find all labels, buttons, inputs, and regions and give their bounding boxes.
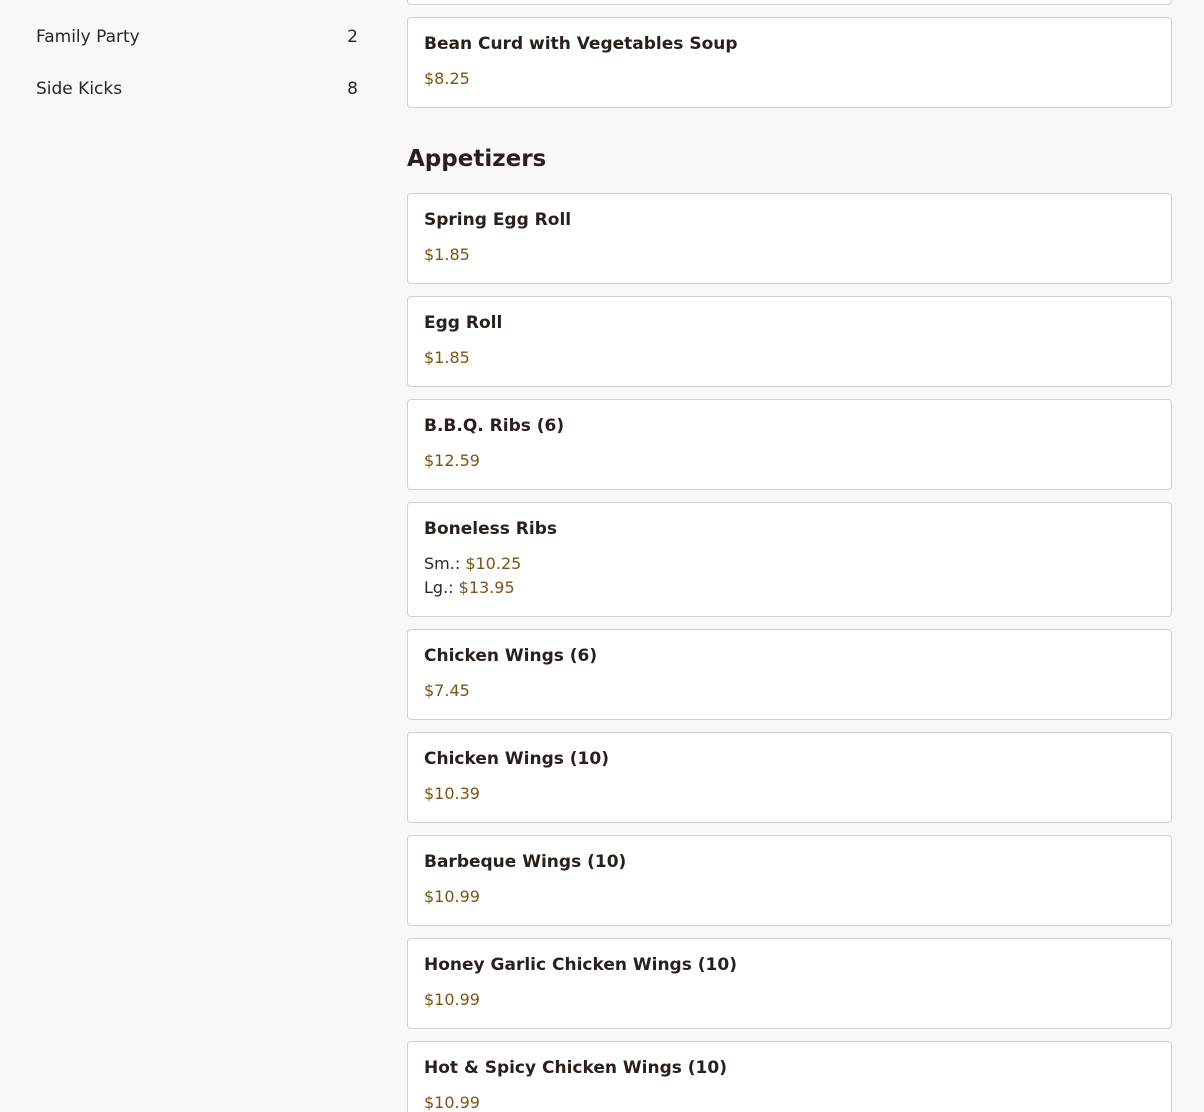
- menu-item-name: Hot & Spicy Chicken Wings (10): [424, 1058, 727, 1078]
- menu-item-card[interactable]: Egg Roll $1.85: [407, 296, 1172, 387]
- menu-item-name: Chicken Wings (10): [424, 749, 609, 769]
- menu-item-name: Bean Curd with Vegetables Soup: [424, 34, 738, 54]
- menu-item-price: $12.59: [424, 451, 480, 470]
- scrollbar[interactable]: [1192, 0, 1204, 1112]
- menu-item-card[interactable]: Barbeque Wings (10) $10.99: [407, 835, 1172, 926]
- menu-item-name: Honey Garlic Chicken Wings (10): [424, 955, 737, 975]
- category-label: Side Kicks: [36, 79, 123, 99]
- size-price: $10.25: [465, 554, 522, 573]
- menu-item-card[interactable]: Chicken Wings (6) $7.45: [407, 629, 1172, 720]
- menu-item-price: $10.39: [424, 784, 480, 803]
- menu-item-card[interactable]: Honey Garlic Chicken Wings (10) $10.99: [407, 938, 1172, 1029]
- size-label: Sm.:: [424, 554, 466, 573]
- menu-item-name: B.B.Q. Ribs (6): [424, 416, 565, 436]
- category-label: Family Party: [36, 27, 140, 47]
- menu-content: Bean Curd with Vegetables Soup $8.25 App…: [407, 0, 1172, 1112]
- menu-page: Family Party 2 Side Kicks 8 Bean Curd wi…: [0, 0, 1204, 1112]
- menu-item-name: Spring Egg Roll: [424, 210, 572, 230]
- category-item-family-party[interactable]: Family Party 2: [36, 23, 358, 51]
- menu-item-card[interactable]: Boneless Ribs Sm.: $10.25 Lg.: $13.95: [407, 502, 1172, 617]
- menu-item-card[interactable]: Chicken Wings (10) $10.39: [407, 732, 1172, 823]
- menu-item-name: Egg Roll: [424, 313, 503, 333]
- menu-item-name: Boneless Ribs: [424, 519, 557, 539]
- menu-item-price: $10.99: [424, 1093, 480, 1112]
- size-price: $13.95: [458, 578, 515, 597]
- size-label: Lg.:: [424, 578, 459, 597]
- menu-item-card[interactable]: Hot & Spicy Chicken Wings (10) $10.99: [407, 1041, 1172, 1112]
- section-title: Appetizers: [407, 146, 547, 172]
- menu-item-card[interactable]: B.B.Q. Ribs (6) $12.59: [407, 399, 1172, 490]
- menu-item-name: Barbeque Wings (10): [424, 852, 627, 872]
- category-sidebar: Family Party 2 Side Kicks 8: [0, 0, 380, 1112]
- size-price-row: Sm.: $10.25: [424, 554, 521, 573]
- menu-item-name: Chicken Wings (6): [424, 646, 598, 666]
- category-count: 2: [347, 27, 358, 47]
- size-price-row: Lg.: $13.95: [424, 578, 515, 597]
- menu-item-card[interactable]: Spring Egg Roll $1.85: [407, 193, 1172, 284]
- menu-item-price: $7.45: [424, 681, 470, 700]
- menu-item-price: $10.99: [424, 990, 480, 1009]
- menu-item-price: $8.25: [424, 69, 470, 88]
- category-item-side-kicks[interactable]: Side Kicks 8: [36, 75, 358, 103]
- menu-item-card[interactable]: Bean Curd with Vegetables Soup $8.25: [407, 17, 1172, 108]
- menu-item-price: $1.85: [424, 348, 470, 367]
- menu-item-price: $1.85: [424, 245, 470, 264]
- menu-item-card-partial[interactable]: [407, 0, 1172, 5]
- category-count: 8: [347, 79, 358, 99]
- menu-item-price: $10.99: [424, 887, 480, 906]
